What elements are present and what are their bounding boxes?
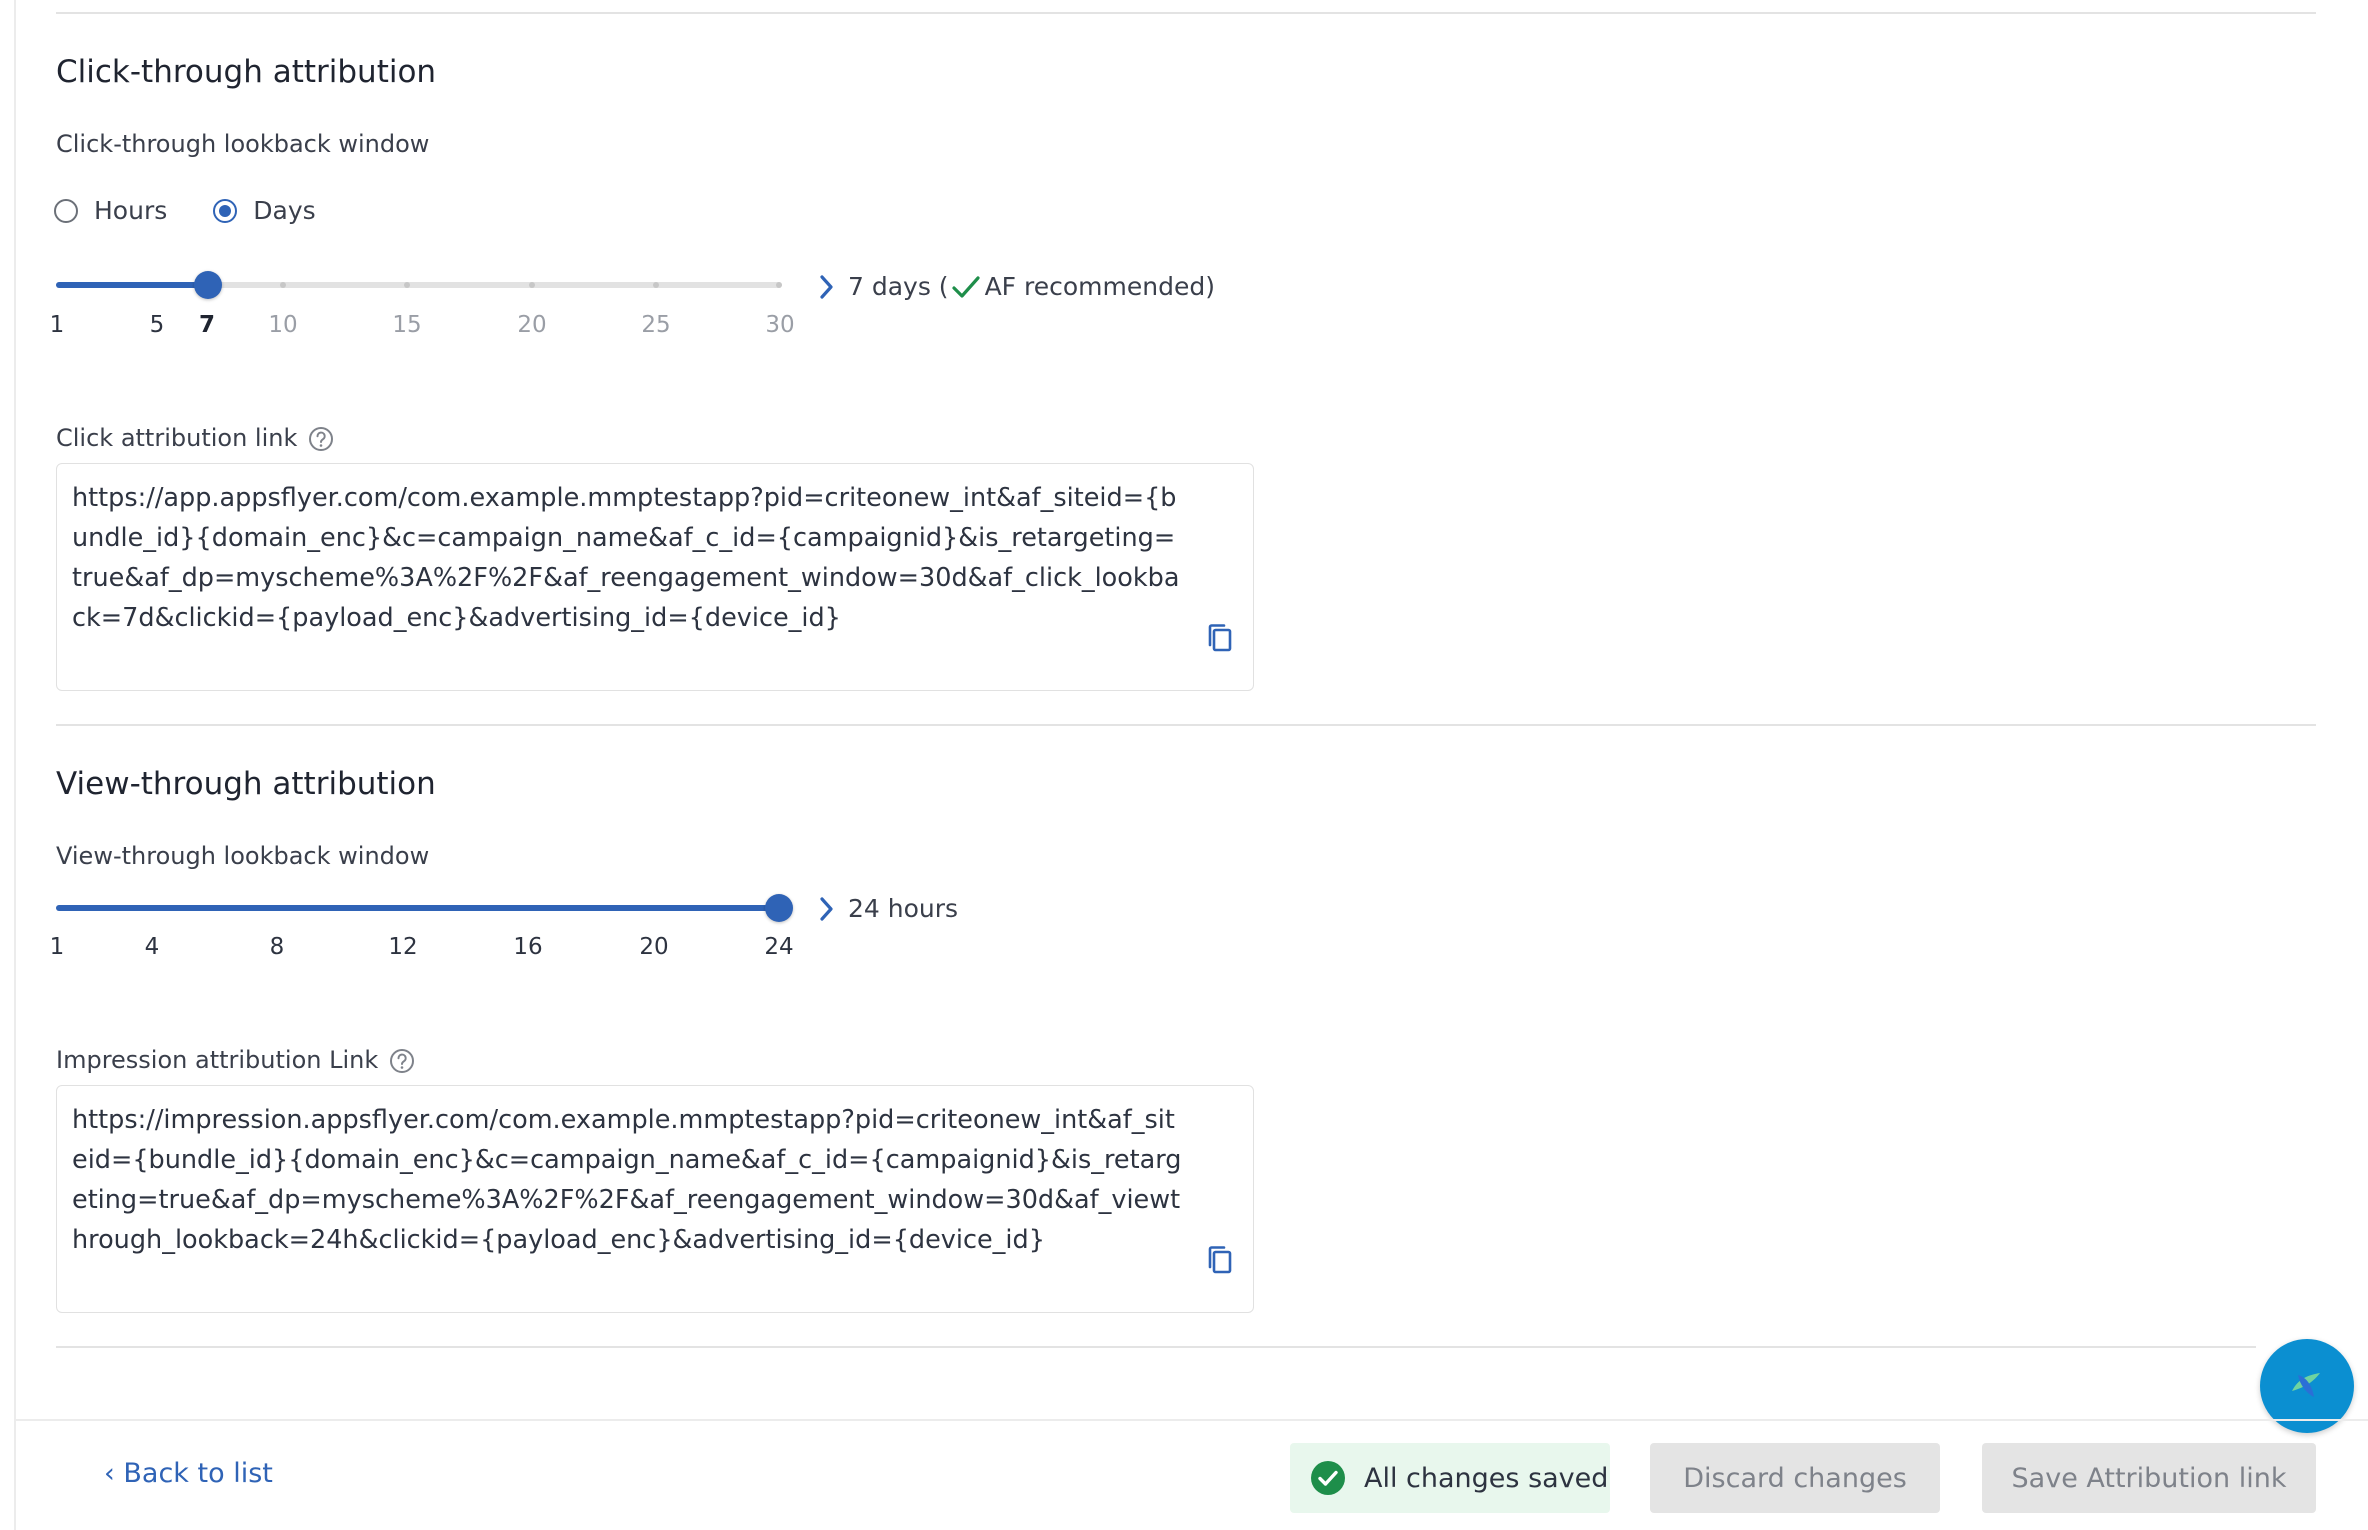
tick-label-selected: 7 — [198, 312, 216, 338]
slider-dot-30 — [776, 282, 782, 288]
copy-icon[interactable] — [1205, 622, 1235, 666]
impression-link-label-text: Impression attribution Link — [56, 1046, 379, 1074]
click-lookback-slider[interactable] — [56, 265, 782, 305]
check-circle-icon — [1310, 1460, 1346, 1496]
click-link-label-text: Click attribution link — [56, 424, 298, 452]
slider-track — [56, 905, 779, 911]
tick-label: 1 — [49, 312, 65, 338]
chevron-right-icon — [818, 895, 836, 923]
click-attribution-link-field[interactable]: https://app.appsflyer.com/com.example.mm… — [56, 463, 1254, 691]
impression-link-text[interactable]: https://impression.appsflyer.com/com.exa… — [72, 1105, 1181, 1255]
view-lookback-label: View-through lookback window — [56, 842, 430, 870]
page-left-border — [14, 0, 16, 1530]
tick-label: 5 — [149, 312, 165, 338]
radio-days[interactable] — [213, 198, 238, 223]
tick-label: 20 — [639, 934, 669, 960]
tick-label: 12 — [388, 934, 418, 960]
section-divider-bottom — [56, 1346, 2256, 1348]
slider-dot-15 — [404, 282, 410, 288]
view-lookback-slider[interactable] — [56, 888, 793, 928]
readout-text: 24 hours — [848, 894, 959, 923]
slider-handle[interactable] — [193, 271, 222, 299]
help-circle-icon[interactable] — [307, 425, 335, 453]
tick-label: 1 — [49, 934, 65, 960]
lookback-unit-radio-group: Hours Days — [54, 196, 346, 225]
radio-hours[interactable] — [54, 198, 78, 223]
tick-label: 24 — [764, 934, 794, 960]
section-divider — [56, 724, 2316, 726]
readout-prefix: 7 days ( — [848, 272, 949, 301]
tick-label: 15 — [392, 312, 422, 338]
slider-dot-25 — [653, 282, 659, 288]
save-status-text: All changes saved — [1364, 1462, 1609, 1494]
footer-top-border — [14, 1419, 2368, 1421]
section-divider-top — [56, 12, 2316, 14]
assistant-logo-icon — [2284, 1361, 2330, 1411]
click-lookback-readout: 7 days ( AF recommended) — [818, 272, 1215, 301]
chevron-right-icon — [818, 273, 836, 301]
impression-link-label: Impression attribution Link — [56, 1046, 416, 1075]
impression-attribution-link-field[interactable]: https://impression.appsflyer.com/com.exa… — [56, 1085, 1254, 1313]
tick-label: 20 — [517, 312, 547, 338]
readout-suffix: AF recommended) — [984, 272, 1215, 301]
radio-days-label[interactable]: Days — [253, 196, 315, 225]
tick-label: 8 — [269, 934, 285, 960]
tick-label: 16 — [513, 934, 543, 960]
tick-label: 10 — [268, 312, 298, 338]
radio-hours-label[interactable]: Hours — [94, 196, 167, 225]
click-lookback-label: Click-through lookback window — [56, 130, 430, 158]
slider-handle[interactable] — [765, 894, 793, 922]
view-lookback-readout: 24 hours — [818, 894, 958, 923]
save-status-badge: All changes saved — [1290, 1443, 1610, 1513]
slider-dot-10 — [280, 282, 286, 288]
save-attribution-link-button[interactable]: Save Attribution link — [1982, 1443, 2316, 1513]
view-slider-ticks: 1 4 8 12 16 20 24 — [50, 934, 796, 964]
click-through-title: Click-through attribution — [56, 54, 437, 90]
copy-icon[interactable] — [1205, 1244, 1235, 1288]
help-circle-icon[interactable] — [388, 1047, 416, 1075]
tick-label: 30 — [765, 312, 795, 338]
click-slider-ticks: 1 5 7 10 15 20 25 30 — [50, 312, 796, 342]
slider-dot-20 — [529, 282, 535, 288]
checkmark-icon — [951, 275, 981, 299]
back-to-list-link[interactable]: ‹ Back to list — [104, 1458, 273, 1489]
click-link-text[interactable]: https://app.appsflyer.com/com.example.mm… — [72, 483, 1179, 633]
click-link-label: Click attribution link — [56, 424, 335, 453]
discard-changes-button[interactable]: Discard changes — [1650, 1443, 1940, 1513]
slider-track — [56, 282, 208, 288]
tick-label: 4 — [144, 934, 160, 960]
tick-label: 25 — [641, 312, 671, 338]
view-through-title: View-through attribution — [56, 766, 436, 802]
